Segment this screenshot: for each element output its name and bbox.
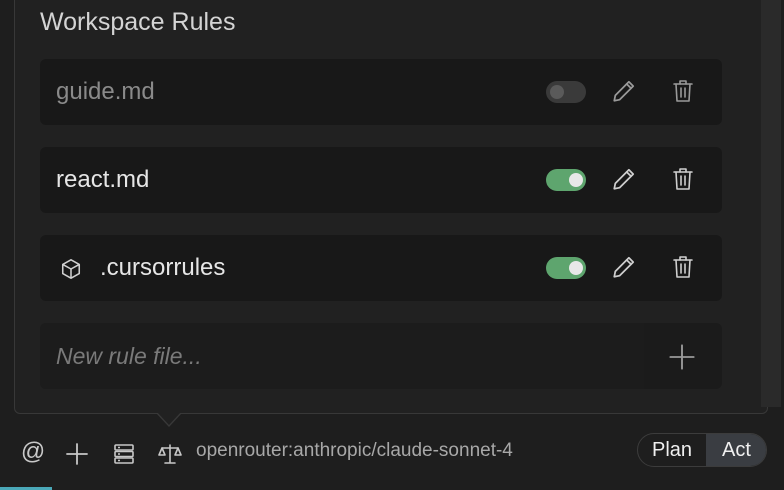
at-icon[interactable]: @ [20, 438, 46, 466]
delete-rule-button[interactable] [668, 164, 698, 194]
pencil-icon [613, 168, 635, 190]
toggle-knob [569, 173, 583, 187]
toggle-knob [550, 85, 564, 99]
delete-rule-button[interactable] [668, 76, 698, 106]
model-selector[interactable]: openrouter:anthropic/claude-sonnet-4 [196, 440, 513, 462]
pencil-icon [613, 80, 635, 102]
popover-arrow [157, 412, 181, 425]
add-rule-button[interactable] [666, 341, 698, 373]
rule-name: .cursorrules [100, 254, 226, 281]
trash-icon [673, 168, 693, 190]
rule-row-react: react.md [40, 147, 722, 213]
rule-name: react.md [56, 166, 150, 193]
pencil-icon [613, 256, 635, 278]
toggle-knob [569, 261, 583, 275]
plan-mode-button[interactable]: Plan [638, 434, 706, 466]
chat-toolbar: @ openrouter:anthropic/claude-sonnet-4 P… [0, 428, 784, 490]
delete-rule-button[interactable] [668, 252, 698, 282]
rule-toggle[interactable] [546, 257, 586, 279]
rule-toggle[interactable] [546, 169, 586, 191]
new-rule-input[interactable] [40, 323, 644, 389]
rule-name: guide.md [56, 78, 155, 105]
edit-rule-button[interactable] [609, 164, 639, 194]
server-icon[interactable] [112, 440, 136, 468]
trash-icon [673, 80, 693, 102]
plus-icon[interactable] [64, 440, 90, 468]
panel-scrollbar[interactable] [761, 0, 781, 407]
act-mode-button[interactable]: Act [706, 434, 766, 466]
cube-icon [61, 259, 81, 279]
scale-icon[interactable] [157, 440, 183, 468]
plus-icon [669, 344, 695, 370]
rule-toggle[interactable] [546, 81, 586, 103]
new-rule-row [40, 323, 722, 389]
plan-act-switch: Plan Act [637, 433, 767, 467]
edit-rule-button[interactable] [609, 252, 639, 282]
rule-row-cursorrules: .cursorrules [40, 235, 722, 301]
edit-rule-button[interactable] [609, 76, 639, 106]
section-title: Workspace Rules [40, 8, 236, 36]
app-root: Workspace Rules guide.md react.md .curso… [0, 0, 784, 490]
trash-icon [673, 256, 693, 278]
rule-row-guide: guide.md [40, 59, 722, 125]
